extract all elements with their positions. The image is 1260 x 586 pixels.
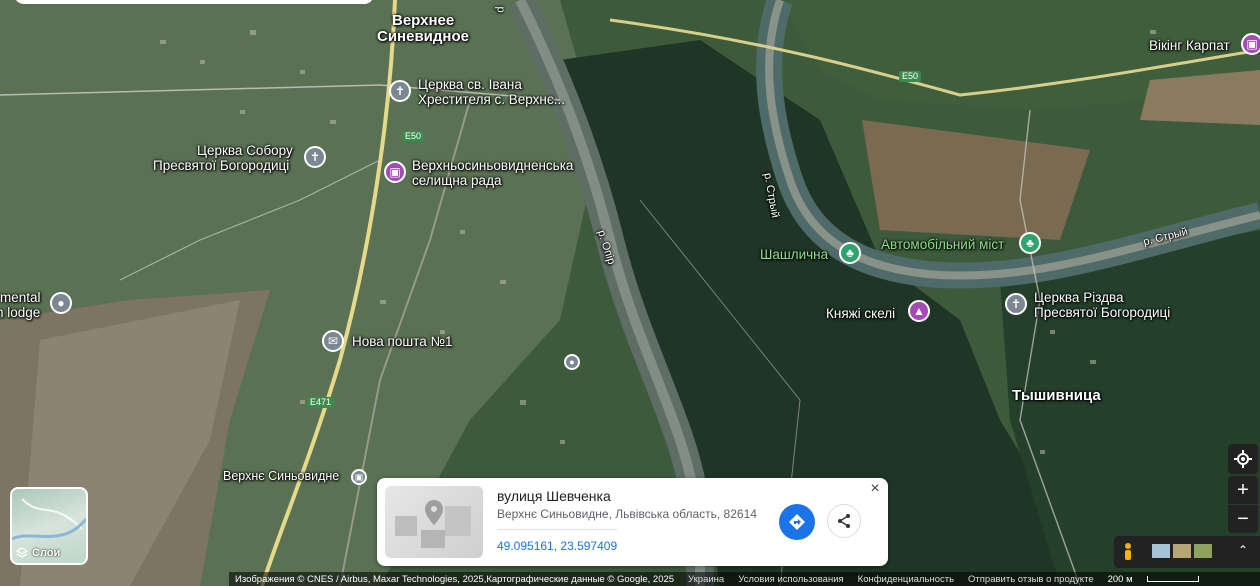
nova-poshta-pin[interactable]: ✉ bbox=[322, 330, 344, 352]
directions-button[interactable] bbox=[779, 504, 815, 540]
scale-bar bbox=[1146, 576, 1199, 582]
label-nova-poshta[interactable]: Нова пошта №1 bbox=[352, 334, 452, 349]
label-verkhnee-line1: Верхнее bbox=[392, 12, 455, 29]
share-icon bbox=[838, 514, 850, 528]
share-button[interactable] bbox=[827, 504, 861, 538]
church-ivan-pin[interactable]: ✝ bbox=[389, 80, 411, 102]
card-coordinates[interactable]: 49.095161, 23.597409 bbox=[497, 539, 617, 553]
zoom-out-button[interactable]: − bbox=[1228, 505, 1258, 533]
crosshair-icon bbox=[1234, 450, 1252, 468]
label-auto-bridge[interactable]: Автомобільний міст bbox=[881, 237, 1004, 252]
label-church-ivan-line1[interactable]: Церква св. Івана bbox=[418, 77, 522, 92]
bridge-pin[interactable]: ♣ bbox=[1019, 232, 1041, 254]
footer-imagery: Изображения © CNES / Airbus, Maxar Techn… bbox=[235, 573, 675, 585]
road-e50-a: E50 bbox=[402, 131, 425, 142]
location-pin-small[interactable]: ● bbox=[564, 354, 580, 370]
viking-pin[interactable]: ▣ bbox=[1241, 33, 1260, 55]
scale-label[interactable]: 200 м bbox=[1108, 574, 1133, 585]
imagery-thumb-3[interactable] bbox=[1194, 544, 1212, 558]
label-verkhnee-line2: Синевидное bbox=[377, 28, 469, 45]
street-view-bar[interactable]: ⌃ bbox=[1114, 536, 1260, 568]
card-address: Верхнє Синьовидне, Львівська область, 82… bbox=[497, 507, 757, 521]
label-mental-line1[interactable]: mental bbox=[0, 290, 41, 305]
label-shashlychna[interactable]: Шашлична bbox=[760, 247, 828, 262]
imagery-thumb-1[interactable] bbox=[1152, 544, 1170, 558]
council-pin[interactable]: ▣ bbox=[384, 161, 406, 183]
footer-country[interactable]: Украина bbox=[688, 574, 724, 585]
footer-feedback[interactable]: Отправить отзыв о продукте bbox=[968, 574, 1094, 585]
imagery-thumb-2[interactable] bbox=[1173, 544, 1191, 558]
map-footer: Изображения © CNES / Airbus, Maxar Techn… bbox=[229, 572, 1260, 586]
my-location-button[interactable] bbox=[1228, 444, 1258, 474]
footer-privacy[interactable]: Конфиденциальность bbox=[858, 574, 954, 585]
directions-icon bbox=[789, 514, 805, 530]
label-church-rizdva-line2[interactable]: Пресвятої Богородиці bbox=[1034, 305, 1170, 320]
train-icon[interactable]: ▣ bbox=[351, 469, 367, 485]
card-title: вулиця Шевченка bbox=[497, 488, 611, 504]
layers-label: Слои bbox=[32, 547, 61, 559]
label-mental-line2[interactable]: n lodge bbox=[0, 305, 40, 320]
layers-button[interactable]: Слои bbox=[10, 487, 88, 565]
label-church-ivan-line2[interactable]: Хрестителя с. Верхнє... bbox=[418, 92, 565, 107]
minus-icon: − bbox=[1237, 507, 1249, 530]
street-thumbnail[interactable] bbox=[385, 486, 483, 558]
label-viking[interactable]: Вікінг Карпат bbox=[1149, 38, 1230, 53]
card-divider bbox=[497, 529, 617, 530]
label-church-sobor-line2[interactable]: Пресвятої Богородиці bbox=[153, 158, 289, 173]
layers-icon bbox=[16, 547, 28, 558]
label-council-line1[interactable]: Верхньосиньовидненська bbox=[412, 158, 573, 173]
label-church-sobor-line1[interactable]: Церква Собору bbox=[197, 143, 293, 158]
expand-icon[interactable]: ⌃ bbox=[1238, 543, 1248, 557]
label-river-top: р bbox=[494, 6, 507, 13]
label-church-rizdva-line1[interactable]: Церква Різдва bbox=[1034, 290, 1124, 305]
lodge-pin[interactable]: ● bbox=[50, 292, 72, 314]
place-info-card[interactable]: вулиця Шевченка Верхнє Синьовидне, Львів… bbox=[377, 478, 888, 566]
road-e50-b: E50 bbox=[899, 71, 922, 82]
footer-terms[interactable]: Условия использования bbox=[738, 574, 843, 585]
label-station[interactable]: Верхнє Синьовидне bbox=[223, 469, 339, 484]
label-kniazhi[interactable]: Княжі скелі bbox=[826, 306, 895, 321]
close-icon[interactable]: × bbox=[866, 480, 884, 498]
zoom-in-button[interactable]: + bbox=[1228, 476, 1258, 504]
label-tyshivnytsia: Тышивница bbox=[1012, 387, 1101, 404]
label-council-line2[interactable]: селищна рада bbox=[412, 173, 501, 188]
church-sobor-pin[interactable]: ✝ bbox=[304, 146, 326, 168]
search-bar-edge[interactable] bbox=[14, 0, 374, 4]
church-rizdva-pin[interactable]: ✝ bbox=[1005, 293, 1027, 315]
kniazhi-pin[interactable]: ▲ bbox=[908, 300, 930, 322]
road-e471: E471 bbox=[307, 397, 335, 408]
shashlychna-pin[interactable]: ♣ bbox=[839, 242, 861, 264]
pegman-icon[interactable] bbox=[1122, 542, 1134, 562]
plus-icon: + bbox=[1237, 478, 1249, 501]
